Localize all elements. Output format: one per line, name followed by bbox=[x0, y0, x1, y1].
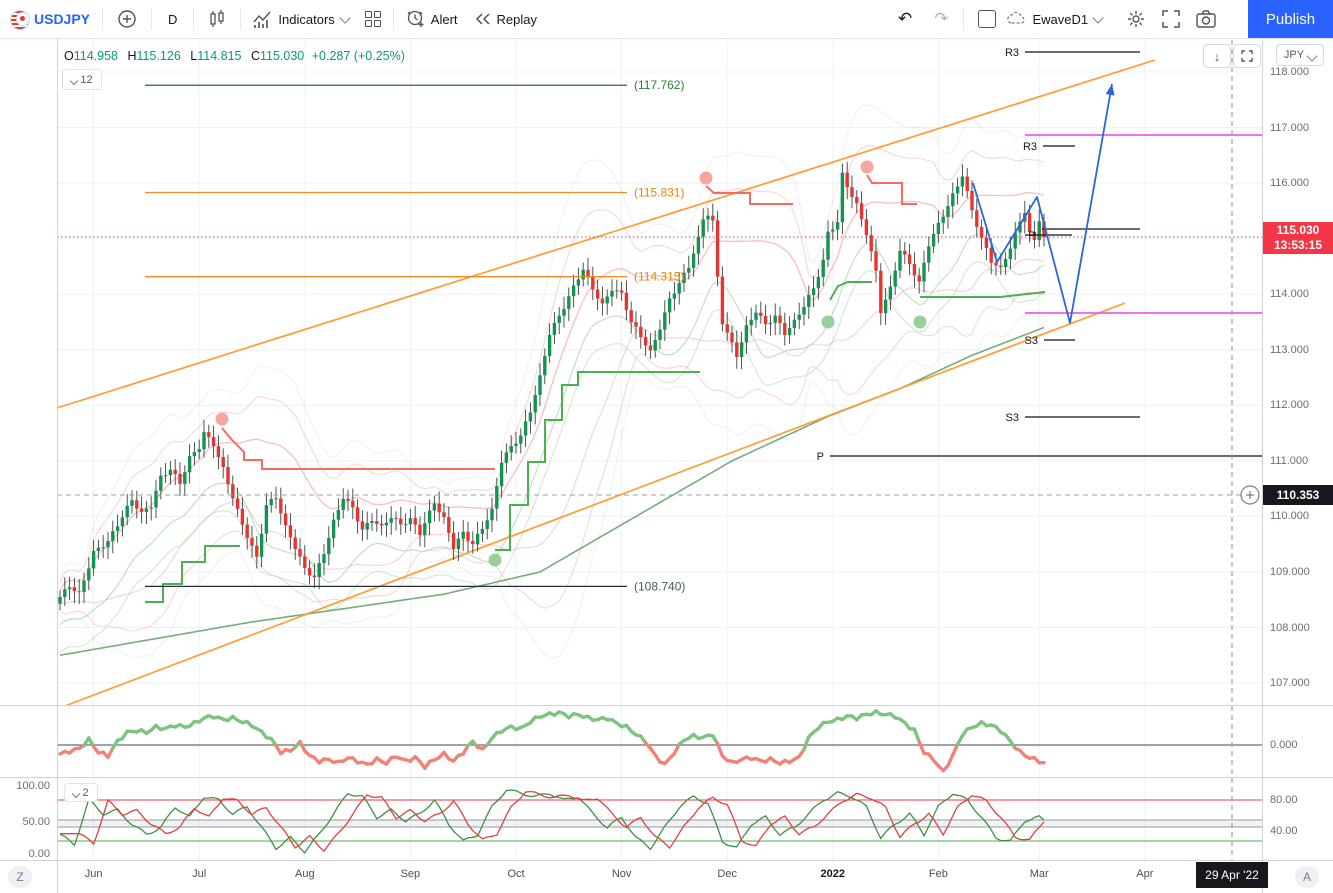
price-tick-label: 108.000 bbox=[1270, 621, 1310, 634]
momentum-tick-label: 0.000 bbox=[1270, 739, 1298, 751]
price-tick-label: 113.000 bbox=[1270, 343, 1309, 356]
level-label: (117.762) bbox=[634, 78, 684, 92]
camera-icon[interactable] bbox=[1196, 10, 1216, 28]
stoch-collapse-button[interactable]: 2 bbox=[64, 783, 98, 802]
last-price-label: 115.030 13:53:15 bbox=[1263, 222, 1333, 254]
restore-pane-button[interactable] bbox=[1233, 44, 1261, 68]
level-label: (108.740) bbox=[634, 579, 685, 593]
usdjpy-flag-icon bbox=[10, 10, 30, 30]
sar-flip-dot bbox=[860, 160, 874, 174]
chevron-down-icon bbox=[339, 11, 351, 24]
price-tick-label: 110.000 bbox=[1270, 510, 1309, 523]
legend-collapse-button[interactable]: 12 bbox=[62, 69, 102, 90]
alert-label: Alert bbox=[430, 11, 458, 27]
price-tick-label: 109.000 bbox=[1270, 565, 1310, 578]
timezone-button[interactable]: Z bbox=[8, 866, 32, 888]
alarm-clock-icon bbox=[407, 10, 424, 27]
redo-button[interactable]: ↷ bbox=[934, 9, 948, 29]
pivot-label: S3 bbox=[1006, 412, 1019, 424]
future-date-label: 29 Apr '22 bbox=[1196, 862, 1268, 888]
time-axis-label: Feb bbox=[928, 868, 948, 880]
replay-button[interactable]: Replay bbox=[464, 0, 547, 38]
change-value: +0.287 (+0.25%) bbox=[311, 49, 405, 63]
indicators-button[interactable]: Indicators bbox=[247, 0, 354, 38]
stoch-tick-label: 80.00 bbox=[1270, 794, 1298, 806]
level-label: (114.315) bbox=[634, 270, 684, 284]
price-tick-label: 114.000 bbox=[1270, 288, 1309, 301]
sar-flip-dot bbox=[699, 171, 713, 185]
currency-axis-button[interactable]: JPY bbox=[1276, 44, 1324, 66]
time-axis-label: Oct bbox=[507, 868, 525, 880]
pivot-label: P bbox=[817, 451, 824, 463]
price-tick-label: 111.000 bbox=[1270, 454, 1309, 467]
indicators-label: Indicators bbox=[278, 11, 335, 27]
chevron-down-icon bbox=[70, 76, 79, 85]
stoch-left-tick-label: 100.00 bbox=[16, 780, 50, 792]
chevron-down-icon bbox=[1306, 50, 1318, 62]
time-axis-label: Aug bbox=[295, 868, 315, 880]
symbol-button[interactable]: USDJPY bbox=[0, 0, 90, 38]
stoch-left-tick-label: 50.00 bbox=[22, 816, 50, 828]
pivot-label: R3 bbox=[1023, 141, 1037, 153]
chevron-down-icon[interactable] bbox=[1092, 11, 1104, 24]
time-axis-label: Mar bbox=[1029, 868, 1049, 880]
publish-button[interactable]: Publish bbox=[1248, 0, 1333, 38]
gear-icon[interactable] bbox=[1126, 9, 1146, 29]
plus-circle-icon bbox=[118, 10, 136, 28]
time-axis-label: 2022 bbox=[820, 868, 846, 880]
timeframe-button[interactable]: D bbox=[158, 0, 187, 38]
undo-button[interactable]: ↶ bbox=[898, 9, 912, 29]
replay-icon bbox=[475, 13, 490, 25]
replay-label: Replay bbox=[496, 11, 537, 27]
alert-price-label: 110.353 bbox=[1263, 485, 1333, 505]
time-axis-label: Jun bbox=[84, 868, 103, 880]
symbol-name[interactable]: USDJPY bbox=[34, 11, 90, 27]
top-toolbar: USDJPY D Indicators Alert Replay ↶ ↷ Ewa… bbox=[0, 0, 1333, 39]
maximize-icon bbox=[1241, 50, 1253, 62]
stoch-tick-label: 40.00 bbox=[1270, 825, 1298, 837]
chevron-down-icon bbox=[72, 789, 81, 798]
fullscreen-icon[interactable] bbox=[1162, 10, 1180, 28]
scroll-to-recent-button[interactable]: ↓ bbox=[1203, 44, 1231, 68]
indicator-templates-button[interactable] bbox=[355, 0, 381, 38]
price-tick-label: 107.000 bbox=[1270, 677, 1310, 690]
alert-button[interactable]: Alert bbox=[400, 0, 464, 38]
layout-select-icon[interactable] bbox=[977, 10, 996, 28]
ohlc-legend: O114.958 H115.126 L114.815 C115.030 +0.2… bbox=[64, 49, 405, 63]
price-tick-label: 116.000 bbox=[1270, 177, 1309, 190]
time-axis-label: Sep bbox=[400, 868, 421, 880]
pivot-label: R3 bbox=[1005, 47, 1019, 59]
price-tick-label: 112.000 bbox=[1270, 399, 1309, 412]
candlestick-icon bbox=[210, 10, 225, 27]
chart-background bbox=[0, 38, 1333, 893]
chart-style-button[interactable] bbox=[200, 0, 234, 38]
price-tick-label: 118.000 bbox=[1270, 66, 1309, 78]
alert-line-plus-icon[interactable] bbox=[1240, 485, 1260, 505]
tradingview-app: USDJPY D Indicators Alert Replay ↶ ↷ Ewa… bbox=[0, 0, 1333, 893]
auto-scale-button[interactable]: A bbox=[1295, 866, 1319, 888]
templates-grid-icon bbox=[364, 11, 381, 27]
cloud-save-icon[interactable] bbox=[1006, 11, 1028, 27]
pivot-label: S3 bbox=[1025, 335, 1038, 347]
indicators-icon bbox=[253, 11, 271, 28]
level-label: (115.831) bbox=[634, 185, 684, 199]
price-tick-label: 117.000 bbox=[1270, 121, 1309, 134]
time-axis-label: Apr bbox=[1136, 868, 1154, 880]
compare-button[interactable] bbox=[109, 0, 145, 38]
sar-flip-dot bbox=[488, 553, 502, 567]
time-axis-label: Dec bbox=[717, 868, 737, 880]
sar-flip-dot bbox=[821, 315, 835, 329]
chart-canvas[interactable]: (117.762) (115.831) (114.315) (108.740) R3 R3… bbox=[0, 0, 1333, 893]
sar-flip-dot bbox=[913, 315, 927, 329]
stoch-left-tick-label: 0.00 bbox=[28, 848, 50, 860]
time-axis-label: Jul bbox=[192, 868, 207, 880]
timeframe-label: D bbox=[168, 11, 178, 27]
layout-name[interactable]: EwaveD1 bbox=[1033, 12, 1089, 27]
sar-flip-dot bbox=[215, 412, 229, 426]
time-axis-label: Nov bbox=[611, 868, 632, 880]
pivot-label: P bbox=[1028, 230, 1035, 242]
